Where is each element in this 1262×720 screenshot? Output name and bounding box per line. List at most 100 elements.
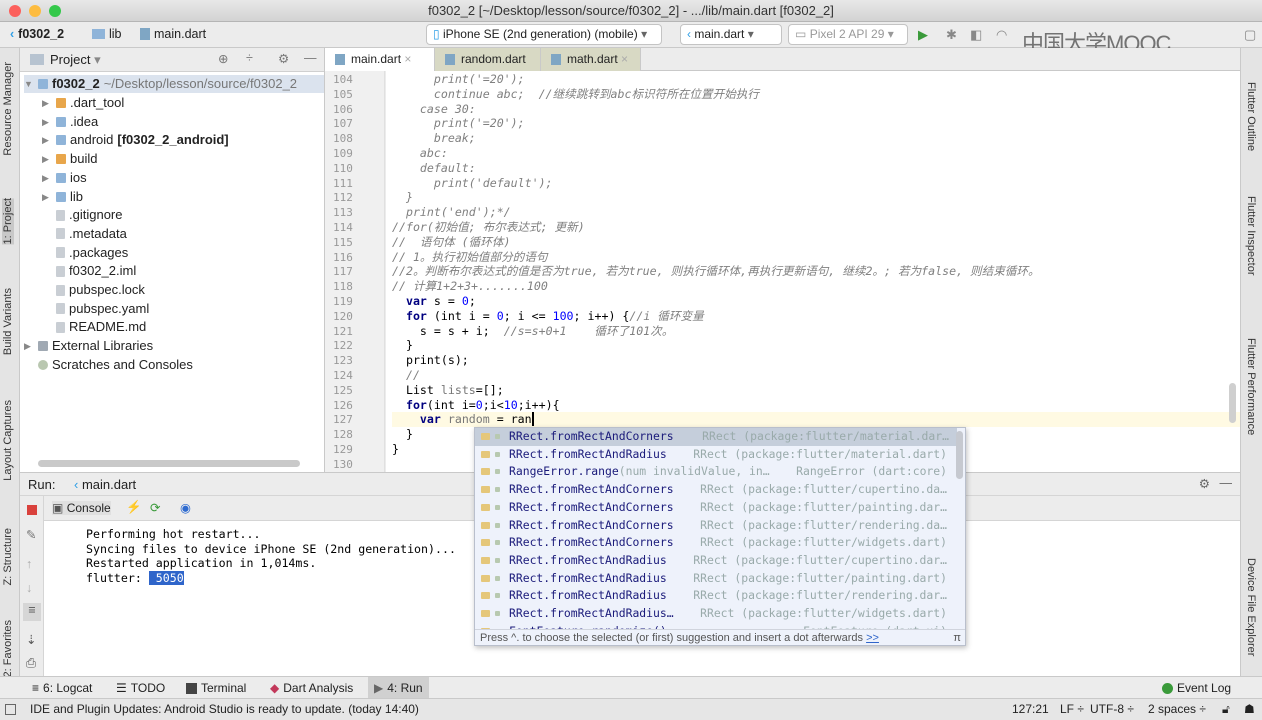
tab-build-variants[interactable]: Build Variants <box>2 288 14 355</box>
autocomplete-item[interactable]: RRect.fromRectAndCorners RRect (package:f… <box>475 481 955 499</box>
hide-icon[interactable]: — <box>1220 476 1233 490</box>
autocomplete-item[interactable]: RangeError.range(num invalidValue, in… Ra… <box>475 463 955 481</box>
breadcrumb-project[interactable]: ‹ f0302_2 <box>10 27 64 41</box>
tree-item[interactable]: .metadata <box>56 225 127 243</box>
tree-external-libraries[interactable]: ▶ External Libraries <box>24 337 153 355</box>
autocomplete-item[interactable]: RRect.fromRectAndRadius RRect (package:fl… <box>475 552 955 570</box>
autocomplete-item[interactable]: RRect.fromRectAndRadius… RRect (package:f… <box>475 605 955 623</box>
tree-item[interactable]: pubspec.yaml <box>56 300 149 318</box>
file-encoding[interactable]: UTF-8 ÷ <box>1090 699 1134 720</box>
line-separator[interactable]: LF ÷ <box>1060 699 1084 720</box>
code-editor[interactable]: print('=20'); continue abc; //继续跳转到abc标识… <box>386 71 1240 472</box>
code-line[interactable]: //for(初始值; 布尔表达式; 更新) <box>392 220 585 235</box>
close-window-button[interactable] <box>9 5 21 17</box>
autocomplete-item[interactable]: RRect.fromRectAndCorners RRect (package:f… <box>475 517 955 535</box>
breadcrumb-folder[interactable]: lib <box>92 27 122 41</box>
code-line[interactable]: break; <box>392 131 476 146</box>
down-icon[interactable]: ↓ <box>26 581 32 595</box>
toggle-tool-windows-icon[interactable] <box>5 704 16 715</box>
status-message[interactable]: IDE and Plugin Updates: Android Studio i… <box>30 699 419 720</box>
expand-arrow-icon[interactable]: ▶ <box>42 94 52 112</box>
tree-item[interactable]: ▶ .dart_tool <box>42 94 124 112</box>
code-line[interactable]: // <box>392 368 420 383</box>
up-icon[interactable]: ↑ <box>26 557 32 571</box>
maximize-window-button[interactable] <box>49 5 61 17</box>
code-line[interactable]: print('default'); <box>392 176 553 191</box>
code-line[interactable]: } <box>392 442 399 457</box>
code-line[interactable]: } <box>392 427 413 442</box>
user-icon[interactable]: ▢ <box>1244 27 1256 43</box>
device-selector[interactable]: ▯ iPhone SE (2nd generation) (mobile) ▾ <box>426 24 662 45</box>
emulator-selector[interactable]: ▭ Pixel 2 API 29 ▾ <box>788 24 908 45</box>
code-line[interactable]: List lists=[]; <box>392 383 504 398</box>
tree-item[interactable]: .gitignore <box>56 206 122 224</box>
tool-terminal[interactable]: Terminal <box>186 681 246 695</box>
code-line[interactable]: for (int i = 0; i <= 100; i++) {//i 循环变量 <box>392 309 704 324</box>
tab-main-dart[interactable]: main.dart × <box>325 48 435 71</box>
tab-layout-captures[interactable]: Layout Captures <box>2 400 14 481</box>
expand-arrow-icon[interactable]: ▶ <box>42 113 52 131</box>
close-tab-icon[interactable]: × <box>621 52 628 66</box>
expand-arrow-icon[interactable]: ▶ <box>42 150 52 168</box>
tree-item[interactable]: pubspec.lock <box>56 281 145 299</box>
event-log[interactable]: Event Log <box>1162 681 1231 695</box>
soft-wrap-icon[interactable]: ≡ <box>23 603 41 621</box>
tree-scratches[interactable]: Scratches and Consoles <box>38 356 193 374</box>
hint-link[interactable]: >> <box>866 632 879 644</box>
tab-math-dart[interactable]: math.dart × <box>541 48 641 71</box>
code-line[interactable]: print('end');*/ <box>392 205 511 220</box>
tree-item[interactable]: ▶ android [f0302_2_android] <box>42 131 229 149</box>
tool-run[interactable]: ▶ 4: Run <box>368 677 429 698</box>
hot-restart-icon[interactable]: ⟳ <box>150 500 160 515</box>
tool-dart-analysis[interactable]: ◆ Dart Analysis <box>270 681 353 695</box>
tree-item[interactable]: ▶ ios <box>42 169 87 187</box>
tab-flutter-inspector[interactable]: Flutter Inspector <box>1245 196 1257 275</box>
run-icon[interactable]: ▶ <box>918 27 928 43</box>
run-config-tab[interactable]: ‹ main.dart <box>74 477 136 492</box>
run-config-selector[interactable]: ‹ main.dart ▾ <box>680 24 782 45</box>
expand-arrow-icon[interactable]: ▶ <box>24 337 34 355</box>
autocomplete-item[interactable]: RRect.fromRectAndCorners RRect (package:f… <box>475 534 955 552</box>
attach-icon[interactable]: ◠ <box>996 27 1007 43</box>
tab-random-dart[interactable]: random.dart × <box>435 48 541 89</box>
tree-item[interactable]: README.md <box>56 318 146 336</box>
project-view-selector[interactable]: Project ▾ <box>50 52 101 68</box>
hot-reload-icon[interactable]: ⚡ <box>126 500 142 515</box>
tab-favorites[interactable]: 2: Favorites <box>2 620 14 677</box>
code-line[interactable]: // 语句体 (循环体) <box>392 235 510 250</box>
expand-arrow-icon[interactable]: ▶ <box>42 131 52 149</box>
tab-flutter-performance[interactable]: Flutter Performance <box>1245 338 1257 435</box>
lock-icon[interactable]: 🔓︎ <box>1222 699 1230 720</box>
inspector-icon[interactable]: ☗ <box>1244 699 1255 720</box>
code-line[interactable]: continue abc; //继续跳转到abc标识符所在位置开始执行 <box>392 87 759 102</box>
code-line[interactable]: var s = 0; <box>392 294 476 309</box>
tab-project[interactable]: 1: Project <box>2 198 14 245</box>
code-line[interactable]: print('=20'); <box>392 116 525 131</box>
close-tab-icon[interactable]: × <box>404 52 411 66</box>
tab-console[interactable]: ▣ Console <box>52 501 111 515</box>
code-line[interactable]: // 计算1+2+3+.......100 <box>392 279 548 294</box>
editor-scrollbar[interactable] <box>1229 383 1236 423</box>
expand-arrow-icon[interactable]: ▼ <box>24 75 34 93</box>
autocomplete-item[interactable]: RRect.fromRectAndRadius RRect (package:fl… <box>475 570 955 588</box>
code-line[interactable]: case 30: <box>392 102 476 117</box>
tree-item[interactable]: ▶ lib <box>42 188 83 206</box>
tree-item[interactable]: .packages <box>56 244 128 262</box>
code-line[interactable]: print(s); <box>392 353 469 368</box>
console-output[interactable]: Performing hot restart... Syncing files t… <box>86 527 456 585</box>
tree-item[interactable]: ▶ build <box>42 150 97 168</box>
code-line[interactable]: s = s + i; //s=s+0+1 循环了101次。 <box>392 324 673 339</box>
code-line[interactable]: //2。判断布尔表达式的值是否为true, 若为true, 则执行循环体,再执行… <box>392 264 1040 279</box>
tree-root[interactable]: ▼ f0302_2 ~/Desktop/lesson/source/f0302_… <box>24 75 324 93</box>
tool-logcat[interactable]: ≡ 6: Logcat <box>32 681 92 695</box>
tree-item[interactable]: ▶ .idea <box>42 113 98 131</box>
tab-structure[interactable]: Z: Structure <box>2 528 14 585</box>
debug-icon[interactable]: ✱ <box>946 27 957 43</box>
code-line[interactable]: // 1。执行初始值部分的语句 <box>392 250 547 265</box>
code-line[interactable]: abc: <box>392 146 448 161</box>
code-line[interactable]: var random = ran <box>392 412 1240 428</box>
expand-arrow-icon[interactable]: ▶ <box>42 169 52 187</box>
code-line[interactable]: default: <box>392 161 476 176</box>
indent-setting[interactable]: 2 spaces ÷ <box>1148 699 1206 720</box>
code-line[interactable]: } <box>392 338 413 353</box>
